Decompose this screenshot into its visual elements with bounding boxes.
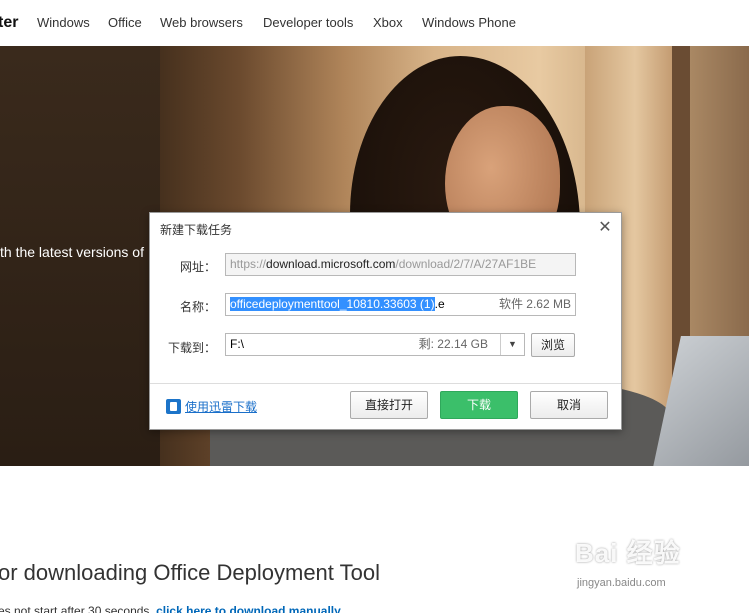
site-brand[interactable]: ter bbox=[0, 14, 18, 32]
url-scheme: https:// bbox=[230, 257, 267, 271]
dialog-divider bbox=[150, 383, 621, 384]
filename-field[interactable]: officedeploymenttool_10810.33603 (1).e 软… bbox=[225, 293, 576, 316]
new-download-dialog: 新建下载任务 ✕ 网址： https://download.microsoft.… bbox=[149, 212, 622, 430]
filename-selected-text: officedeploymenttool_10810.33603 (1) bbox=[230, 297, 435, 311]
hero-text: th the latest versions of bbox=[0, 244, 144, 260]
manual-download-link[interactable]: click here to download manually bbox=[156, 604, 341, 613]
name-label: 名称： bbox=[179, 300, 216, 314]
top-navigation: ter Windows Office Web browsers Develope… bbox=[0, 0, 749, 46]
nav-link-windows[interactable]: Windows bbox=[37, 15, 90, 30]
watermark-url: jingyan.baidu.com bbox=[577, 577, 666, 589]
save-path-value: F:\ bbox=[230, 337, 244, 351]
cancel-button[interactable]: 取消 bbox=[530, 391, 608, 419]
baidu-watermark: Bai 经验 jingyan.baidu.com bbox=[575, 533, 745, 593]
nav-link-xbox[interactable]: Xbox bbox=[373, 15, 403, 30]
url-domain: download.microsoft.com bbox=[266, 257, 396, 271]
nav-link-office[interactable]: Office bbox=[108, 15, 142, 30]
nav-link-developer-tools[interactable]: Developer tools bbox=[263, 15, 353, 30]
chevron-down-icon[interactable]: ▼ bbox=[500, 334, 524, 355]
url-label: 网址： bbox=[179, 260, 216, 274]
use-xunlei-label: 使用迅雷下载 bbox=[185, 400, 258, 414]
page-heading: or downloading Office Deployment Tool bbox=[0, 560, 380, 585]
close-icon[interactable]: ✕ bbox=[595, 218, 615, 238]
download-note: es not start after 30 seconds, click her… bbox=[0, 604, 341, 613]
nav-link-windows-phone[interactable]: Windows Phone bbox=[422, 15, 516, 30]
url-path: /download/2/7/A/27AF1BE bbox=[395, 257, 537, 271]
open-directly-button[interactable]: 直接打开 bbox=[350, 391, 428, 419]
dialog-title: 新建下载任务 bbox=[160, 223, 233, 237]
url-field[interactable]: https://download.microsoft.com/download/… bbox=[225, 253, 576, 276]
download-button[interactable]: 下载 bbox=[440, 391, 518, 419]
xunlei-icon bbox=[166, 399, 181, 414]
filename-rest-text: .e bbox=[434, 297, 445, 311]
save-path-select[interactable]: F:\ 剩: 22.14 GB ▼ bbox=[225, 333, 525, 356]
free-space-text: 剩: 22.14 GB bbox=[418, 337, 488, 351]
download-note-text: es not start after 30 seconds, bbox=[0, 604, 157, 613]
nav-link-web-browsers[interactable]: Web browsers bbox=[160, 15, 243, 30]
save-to-label: 下载到： bbox=[167, 341, 216, 355]
page: ter Windows Office Web browsers Develope… bbox=[0, 0, 749, 613]
browse-button[interactable]: 浏览 bbox=[531, 333, 575, 357]
watermark-logo-text: Bai 经验 bbox=[575, 538, 681, 568]
use-xunlei-link[interactable]: 使用迅雷下载 bbox=[166, 398, 257, 415]
file-size-text: 软件 2.62 MB bbox=[498, 297, 571, 311]
